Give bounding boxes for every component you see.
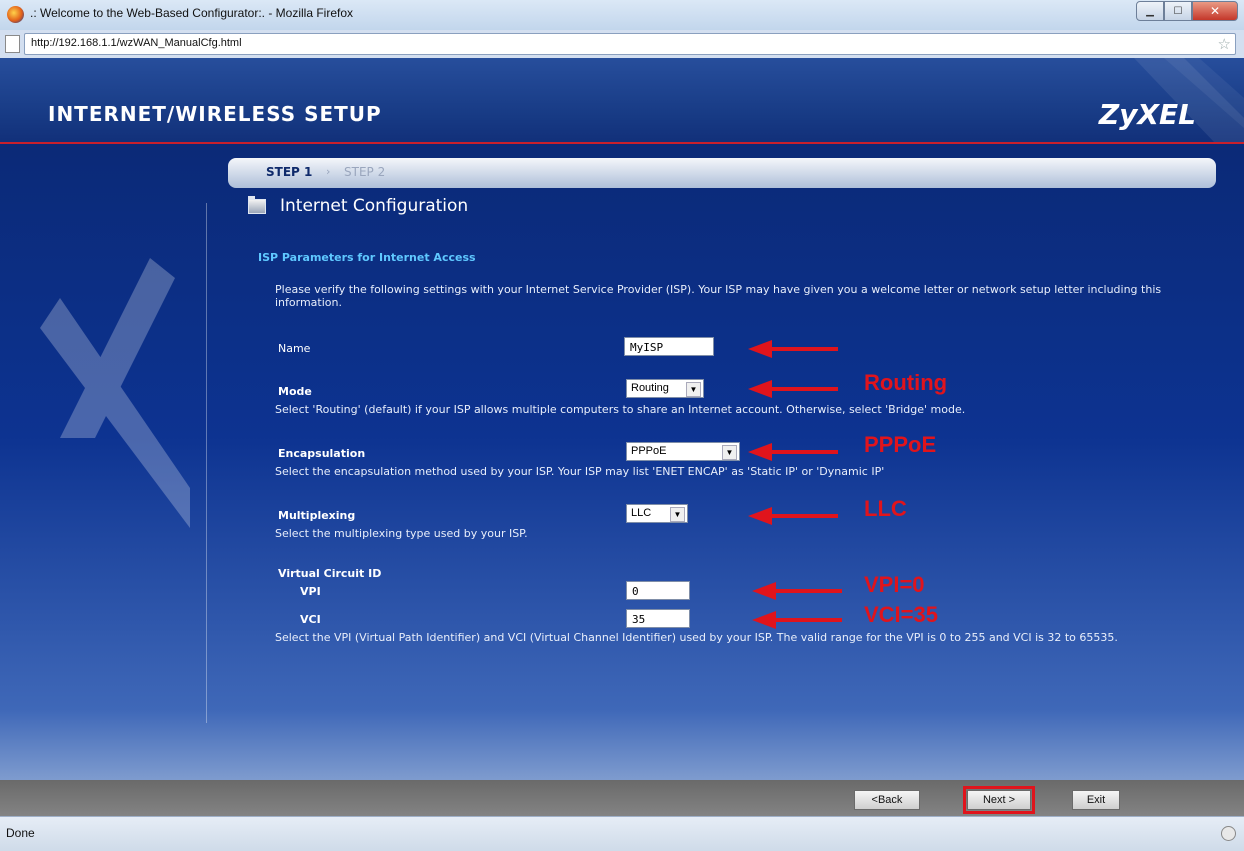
maximize-button[interactable]: ☐ — [1164, 1, 1192, 21]
intro-text: Please verify the following settings wit… — [275, 283, 1162, 309]
back-button[interactable]: <Back — [854, 790, 920, 810]
annotation-mode: Routing — [864, 370, 948, 395]
minimize-button[interactable]: ▁ — [1136, 1, 1164, 21]
window-controls: ▁ ☐ ✕ — [1136, 1, 1238, 21]
zyxel-logo: ZyXEL — [1098, 98, 1196, 131]
encapsulation-select-value: PPPoE — [631, 445, 667, 457]
close-button[interactable]: ✕ — [1192, 1, 1238, 21]
mode-description: Select 'Routing' (default) if your ISP a… — [275, 403, 966, 416]
vc-description: Select the VPI (Virtual Path Identifier)… — [275, 631, 1118, 644]
isp-parameters-heading: ISP Parameters for Internet Access — [258, 251, 476, 264]
vci-label: VCI — [300, 613, 321, 626]
url-text: http://192.168.1.1/wzWAN_ManualCfg.html — [31, 37, 242, 49]
window-title: .: Welcome to the Web-Based Configurator… — [30, 6, 354, 20]
annotation-arrow-vpi — [752, 582, 842, 600]
status-icon — [1221, 826, 1236, 841]
page-title: INTERNET/WIRELESS SETUP — [48, 102, 382, 126]
annotation-vci: VCI=35 — [864, 602, 938, 627]
wizard-button-bar: <Back Next > Exit — [0, 780, 1244, 816]
annotation-arrow-encapsulation — [748, 443, 838, 461]
encapsulation-label: Encapsulation — [278, 447, 366, 460]
next-button[interactable]: Next > — [963, 786, 1035, 814]
background-x-decoration — [40, 258, 190, 528]
address-bar: http://192.168.1.1/wzWAN_ManualCfg.html … — [0, 30, 1244, 58]
vpi-label: VPI — [300, 585, 321, 598]
url-field[interactable]: http://192.168.1.1/wzWAN_ManualCfg.html … — [5, 33, 1236, 55]
annotation-multiplexing: LLC — [864, 496, 907, 521]
annotation-arrow-mode — [748, 380, 838, 398]
step-2-label: STEP 2 — [344, 165, 386, 179]
mode-select[interactable]: Routing ▼ — [626, 379, 704, 398]
divider-line — [206, 203, 207, 723]
vci-input[interactable]: 35 — [626, 609, 690, 628]
page-icon — [5, 35, 20, 53]
step-1-label: STEP 1 — [266, 165, 313, 179]
window-titlebar: .: Welcome to the Web-Based Configurator… — [0, 0, 1244, 30]
firefox-icon — [7, 6, 24, 23]
annotation-encapsulation: PPPoE — [864, 432, 937, 457]
vpi-input[interactable]: 0 — [626, 581, 690, 600]
multiplexing-label: Multiplexing — [278, 509, 356, 522]
star-icon[interactable]: ☆ — [1218, 34, 1231, 54]
configurator-page: INTERNET/WIRELESS SETUP ZyXEL STEP 1 › S… — [0, 58, 1244, 816]
encapsulation-select[interactable]: PPPoE ▼ — [626, 442, 740, 461]
mode-label: Mode — [278, 385, 312, 398]
mode-select-value: Routing — [631, 382, 669, 394]
chevron-down-icon: ▼ — [686, 382, 701, 397]
wizard-step-bar: STEP 1 › STEP 2 — [228, 158, 1216, 188]
status-text: Done — [6, 826, 35, 840]
folder-icon — [248, 195, 266, 214]
exit-button[interactable]: Exit — [1072, 790, 1120, 810]
annotation-arrow-name — [748, 340, 838, 358]
section-title: Internet Configuration — [280, 196, 469, 216]
browser-statusbar: Done — [0, 816, 1244, 851]
multiplexing-select[interactable]: LLC ▼ — [626, 504, 688, 523]
section-header: Internet Configuration — [248, 195, 469, 216]
encapsulation-description: Select the encapsulation method used by … — [275, 465, 885, 478]
annotation-arrow-multiplexing — [748, 507, 838, 525]
multiplexing-description: Select the multiplexing type used by you… — [275, 527, 528, 540]
name-input[interactable]: MyISP — [624, 337, 714, 356]
virtual-circuit-id-label: Virtual Circuit ID — [278, 567, 382, 580]
chevron-down-icon: ▼ — [722, 445, 737, 460]
annotation-vpi: VPI=0 — [864, 572, 925, 597]
multiplexing-select-value: LLC — [631, 507, 652, 519]
name-label: Name — [278, 342, 311, 355]
annotation-arrow-vci — [752, 611, 842, 629]
step-arrow-icon: › — [326, 165, 331, 178]
page-header: INTERNET/WIRELESS SETUP ZyXEL — [0, 58, 1244, 144]
chevron-down-icon: ▼ — [670, 507, 685, 522]
